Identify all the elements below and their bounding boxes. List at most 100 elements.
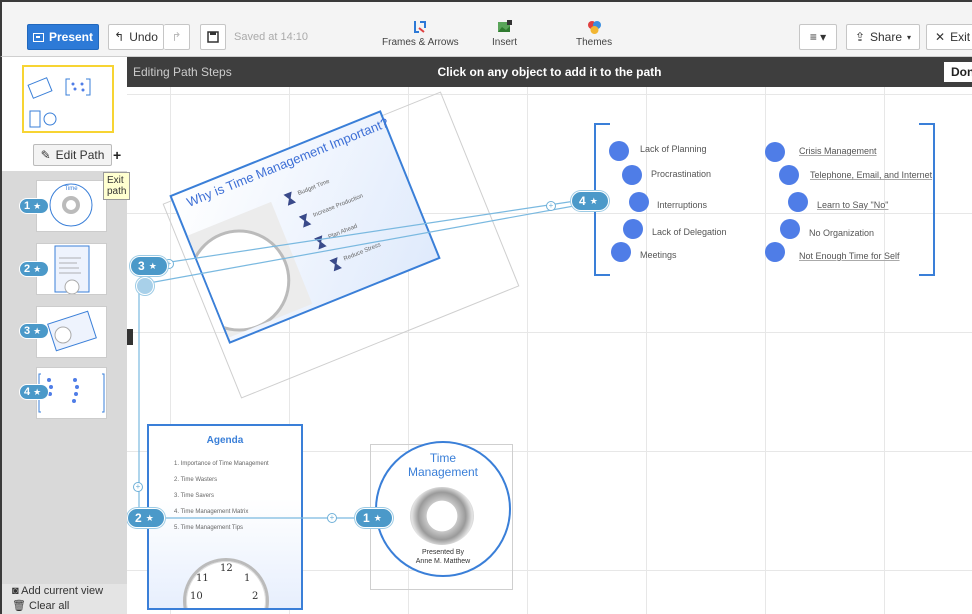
bullet-dot [609,141,629,161]
redo-icon: ↱ [171,30,182,44]
frames-arrows-label: Frames & Arrows [382,37,459,48]
slide-3-bullet: Budget Time [297,178,331,197]
path-midpoint-handle[interactable]: + [133,482,143,492]
agenda-clock-image: 12 1 2 11 10 9 [183,558,269,608]
hourglass-icon [329,257,342,271]
clear-all-button[interactable]: 🗑 Clear all [2,599,127,614]
bullet-dot [780,219,800,239]
thumbnail-3-badge: 3 ★ [19,323,49,339]
insert-image-icon [497,20,512,32]
sidebar-collapse-handle[interactable] [127,329,133,345]
hourglass-icon [314,235,327,249]
slide-4-right-item: Learn to Say "No" [817,200,889,210]
pencil-icon: ✎ [40,148,51,162]
grid-line [765,57,766,614]
bullet-dot [629,192,649,212]
frames-arrows-button[interactable]: Frames & Arrows [382,19,459,48]
done-button[interactable]: Don [944,62,972,82]
clock-image [187,201,313,338]
path-step-3-badge[interactable]: 3 ★ [130,256,168,276]
hourglass-icon [283,191,296,205]
bullet-dot [779,165,799,185]
path-edit-instruction: Click on any object to add it to the pat… [437,65,662,79]
agenda-item: 1. Importance of Time Management [174,461,269,467]
star-icon: ★ [145,512,154,523]
bullet-dot [788,192,808,212]
bullet-dot [611,242,631,262]
slide-4-left-item: Interruptions [657,200,708,210]
path-step-2-badge[interactable]: 2 ★ [127,508,165,528]
path-midpoint-handle[interactable]: + [546,201,556,211]
presented-by: Presented By [421,549,465,556]
agenda-item: 2. Time Wasters [174,477,218,483]
grid-line [127,94,972,95]
slide-1-title-line1: Time [429,451,457,465]
slide-1-title[interactable]: Time Management Presented By Anne M. Mat… [375,441,511,577]
slide-3-bullet: Reduce Stress [342,242,382,263]
exit-button[interactable]: ✕ Exit [926,24,972,50]
add-current-view-button[interactable]: ◙ Add current view [2,584,127,599]
hamburger-menu-button[interactable]: ≡ ▾ [799,24,837,50]
overview-thumbnail[interactable] [22,65,114,133]
camera-icon: ◙ [12,585,19,597]
themes-label: Themes [576,37,613,48]
slide-3-bullet: Plan Ahead [327,223,359,241]
path-step-4-badge[interactable]: 4 ★ [571,191,609,211]
bullet-dot [765,142,785,162]
agenda-item: 3. Time Savers [174,493,215,499]
undo-button[interactable]: ↰ Undo [108,24,164,50]
edit-path-label: Edit Path [55,148,105,162]
slide-4-right-item: No Organization [809,228,875,238]
frames-arrows-icon [414,21,427,33]
bullet-dot [765,242,785,262]
edit-path-button[interactable]: ✎ Edit Path [33,144,112,166]
path-drag-ghost[interactable] [136,277,154,295]
present-label: Present [48,30,94,44]
slide-3-bullet: Increase Production [312,193,365,219]
themes-button[interactable]: Themes [576,19,612,48]
slide-1-title-line2: Management [407,465,479,479]
save-icon [207,31,219,43]
insert-button[interactable]: Insert [492,19,517,48]
slide-2-agenda[interactable]: Agenda 1. Importance of Time Management … [147,424,303,610]
overview-preview-icon [27,77,91,128]
grid-line [884,57,885,614]
themes-palette-icon [588,21,602,34]
slide-4-bracket-right[interactable] [919,123,935,276]
thumbnail-4-badge: 4 ★ [19,384,49,400]
slide-4-left-item: Procrastination [651,169,712,179]
grid-line [527,57,528,614]
slide-4-right-item: Telephone, Email, and Internet [810,170,933,180]
sidebar-overview-area: ✎ Edit Path + [2,57,127,171]
present-icon [32,32,44,42]
path-midpoint-handle[interactable]: + [327,513,337,523]
exit-path-tooltip: Exit path [103,172,131,200]
slide-4-right-item: Crisis Management [799,146,877,156]
thumbnail-2-badge: 2 ★ [19,261,49,277]
present-button[interactable]: Present [27,24,99,50]
slide-4-left-item: Meetings [640,250,677,260]
path-step-1-badge[interactable]: 1 ★ [355,508,393,528]
chevron-down-icon: ▾ [907,32,912,42]
redo-button[interactable]: ↱ [164,24,190,50]
star-icon: ★ [373,512,382,523]
prezi-canvas[interactable]: Editing Path Steps Click on any object t… [127,57,972,614]
svg-text:Time: Time [64,186,78,192]
slide-4-right-item: Not Enough Time for Self [799,251,900,261]
path-edit-bar: Editing Path Steps Click on any object t… [127,57,972,87]
running-clock-logo [410,487,474,545]
agenda-title: Agenda [206,435,244,446]
bullet-dot [623,219,643,239]
path-sidebar: ✎ Edit Path + Exit path Time 1 ★ 2 ★ 3 ★ 4 ★… [0,57,131,614]
close-icon: ✕ [935,30,946,44]
hamburger-menu-icon: ≡ ▾ [809,30,827,44]
grid-line [646,57,647,614]
undo-label: Undo [129,30,158,44]
add-path-point-icon[interactable]: + [113,147,121,163]
thumbnail-1-badge: 1 ★ [19,198,49,214]
top-toolbar: Present ↰ Undo ↱ Saved at 14:10 Frames &… [0,0,972,57]
undo-icon: ↰ [114,30,125,44]
save-button[interactable] [200,24,226,50]
share-button[interactable]: ⇪ Share ▾ [846,24,920,50]
sidebar-footer: ◙ Add current view 🗑 Clear all [2,584,127,614]
